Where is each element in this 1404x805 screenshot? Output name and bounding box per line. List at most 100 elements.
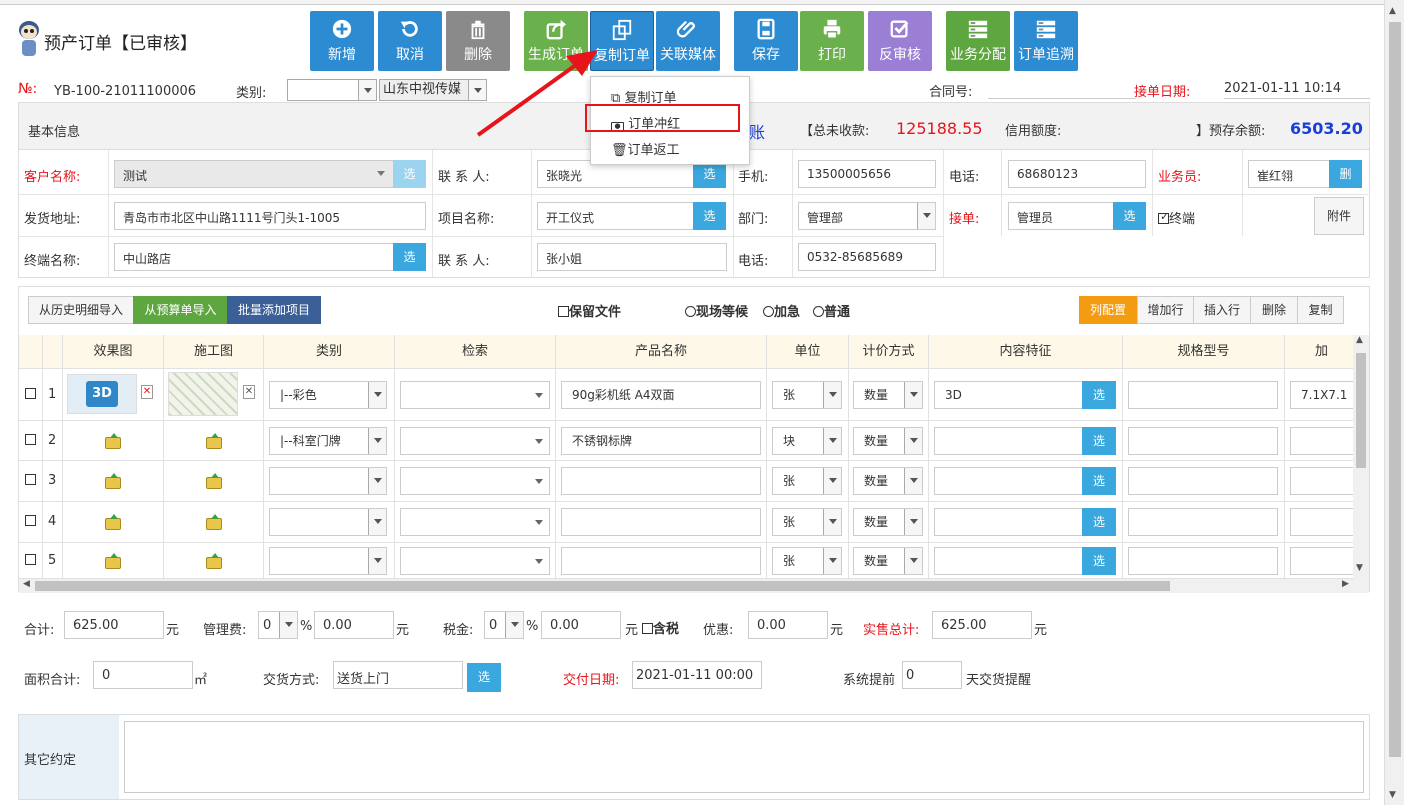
- content-field[interactable]: [934, 467, 1084, 495]
- keep-file-checkbox[interactable]: 保留文件: [558, 301, 621, 320]
- upload-icon[interactable]: [105, 433, 121, 449]
- search-select[interactable]: [400, 467, 550, 495]
- project-pick-button[interactable]: 选: [693, 202, 726, 230]
- import-history-button[interactable]: 从历史明细导入: [28, 296, 134, 324]
- content-field[interactable]: [934, 547, 1084, 575]
- tax-field[interactable]: 0.00: [541, 611, 621, 639]
- tax-included-checkbox[interactable]: 含税: [642, 618, 679, 637]
- insert-row-button[interactable]: 插入行: [1193, 296, 1251, 324]
- page-scrollbar[interactable]: ▲ ▼: [1384, 0, 1404, 805]
- account-link[interactable]: 账: [749, 119, 765, 143]
- search-select[interactable]: [400, 381, 550, 409]
- receiver-pick-button[interactable]: 选: [1113, 202, 1146, 230]
- extra-field[interactable]: 7.1X7.1: [1290, 381, 1353, 409]
- toolbar-button-9[interactable]: 业务分配: [946, 11, 1010, 71]
- product-name-field[interactable]: [561, 547, 761, 575]
- contact2-field[interactable]: 张小姐: [537, 243, 727, 271]
- mgmt-pct-select[interactable]: 0: [258, 611, 298, 639]
- other-agreement-textarea[interactable]: [124, 721, 1364, 793]
- product-name-field[interactable]: [561, 467, 761, 495]
- pricing-select[interactable]: 数量: [853, 508, 923, 536]
- batch-add-button[interactable]: 批量添加项目: [227, 296, 321, 324]
- content-field[interactable]: [934, 508, 1084, 536]
- category-select[interactable]: [269, 547, 387, 575]
- pricing-select[interactable]: 数量: [853, 427, 923, 455]
- customer-pick-button[interactable]: 选: [393, 160, 426, 188]
- contract-field[interactable]: [988, 98, 1136, 99]
- delete-image-icon[interactable]: ✕: [243, 385, 255, 399]
- upload-icon[interactable]: [105, 553, 121, 569]
- delete-row-button[interactable]: 删除: [1250, 296, 1298, 324]
- spec-field[interactable]: [1128, 547, 1278, 575]
- add-row-button[interactable]: 增加行: [1137, 296, 1194, 324]
- scroll-down-icon[interactable]: ▼: [1389, 790, 1396, 800]
- delivery-pick-button[interactable]: 选: [467, 663, 501, 692]
- receiver-field[interactable]: 管理员: [1008, 202, 1114, 230]
- content-pick-button[interactable]: 选: [1082, 547, 1116, 575]
- search-select[interactable]: [400, 508, 550, 536]
- content-pick-button[interactable]: 选: [1082, 427, 1116, 455]
- sales-delete-button[interactable]: 删: [1329, 160, 1362, 188]
- content-pick-button[interactable]: 选: [1082, 467, 1116, 495]
- extra-field[interactable]: [1290, 467, 1353, 495]
- row-checkbox[interactable]: [25, 474, 36, 485]
- scrollbar-thumb[interactable]: [1389, 22, 1401, 757]
- project-field[interactable]: 开工仪式: [537, 202, 695, 230]
- mobile-field[interactable]: 13500005656: [798, 160, 936, 188]
- spec-field[interactable]: [1128, 381, 1278, 409]
- sales-field[interactable]: 崔红翎: [1248, 160, 1332, 188]
- effect-thumbnail[interactable]: 3D: [67, 374, 137, 414]
- unit-select[interactable]: 张: [772, 508, 842, 536]
- toolbar-button-6[interactable]: 保存: [734, 11, 798, 71]
- row-checkbox[interactable]: [25, 388, 36, 399]
- phone-field[interactable]: 68680123: [1008, 160, 1146, 188]
- terminal-name-field[interactable]: 中山路店: [114, 243, 394, 271]
- grid-vscroll[interactable]: ▲ ▼: [1353, 335, 1369, 579]
- toolbar-button-7[interactable]: 打印: [800, 11, 864, 71]
- phone2-field[interactable]: 0532-85685689: [798, 243, 936, 271]
- grid-hscroll[interactable]: ◀ ▶: [19, 579, 1369, 593]
- toolbar-button-1[interactable]: 取消: [378, 11, 442, 71]
- delivery-field[interactable]: 送货上门: [333, 661, 463, 689]
- extra-field[interactable]: [1290, 508, 1353, 536]
- upload-icon[interactable]: [206, 433, 222, 449]
- upload-icon[interactable]: [206, 553, 222, 569]
- category-select[interactable]: |--彩色: [269, 381, 387, 409]
- row-checkbox[interactable]: [25, 515, 36, 526]
- category-select[interactable]: [269, 467, 387, 495]
- copy-row-button[interactable]: 复制: [1297, 296, 1344, 324]
- content-field[interactable]: 3D: [934, 381, 1084, 409]
- product-name-field[interactable]: [561, 508, 761, 536]
- discount-field[interactable]: 0.00: [748, 611, 828, 639]
- spec-field[interactable]: [1128, 467, 1278, 495]
- area-field[interactable]: 0: [93, 661, 193, 689]
- column-config-button[interactable]: 列配置: [1079, 296, 1137, 324]
- actual-total-field[interactable]: 625.00: [932, 611, 1032, 639]
- product-name-field[interactable]: 90g彩机纸 A4双面: [561, 381, 761, 409]
- row-checkbox[interactable]: [25, 554, 36, 565]
- radio-normal[interactable]: 普通: [813, 301, 850, 320]
- terminal-checkbox[interactable]: ✓ 终端: [1158, 208, 1195, 227]
- content-field[interactable]: [934, 427, 1084, 455]
- spec-field[interactable]: [1128, 427, 1278, 455]
- search-select[interactable]: [400, 547, 550, 575]
- unit-select[interactable]: 张: [772, 467, 842, 495]
- type-select[interactable]: [287, 79, 377, 101]
- toolbar-button-5[interactable]: 关联媒体: [656, 11, 720, 71]
- extra-field[interactable]: [1290, 427, 1353, 455]
- category-select[interactable]: |--科室门牌: [269, 427, 387, 455]
- ship-address-field[interactable]: 青岛市市北区中山路1111号门头1-1005: [114, 202, 426, 230]
- construction-thumbnail[interactable]: [168, 372, 238, 416]
- unit-select[interactable]: 块: [772, 427, 842, 455]
- category-select[interactable]: [269, 508, 387, 536]
- tax-pct-select[interactable]: 0: [484, 611, 524, 639]
- radio-urgent[interactable]: 加急: [763, 301, 800, 320]
- upload-icon[interactable]: [105, 514, 121, 530]
- row-checkbox[interactable]: [25, 434, 36, 445]
- scroll-up-icon[interactable]: ▲: [1389, 6, 1396, 16]
- menu-item-rework[interactable]: 🗑订单返工: [611, 139, 680, 158]
- content-pick-button[interactable]: 选: [1082, 508, 1116, 536]
- sum-field[interactable]: 625.00: [64, 611, 164, 639]
- pricing-select[interactable]: 数量: [853, 547, 923, 575]
- pricing-select[interactable]: 数量: [853, 381, 923, 409]
